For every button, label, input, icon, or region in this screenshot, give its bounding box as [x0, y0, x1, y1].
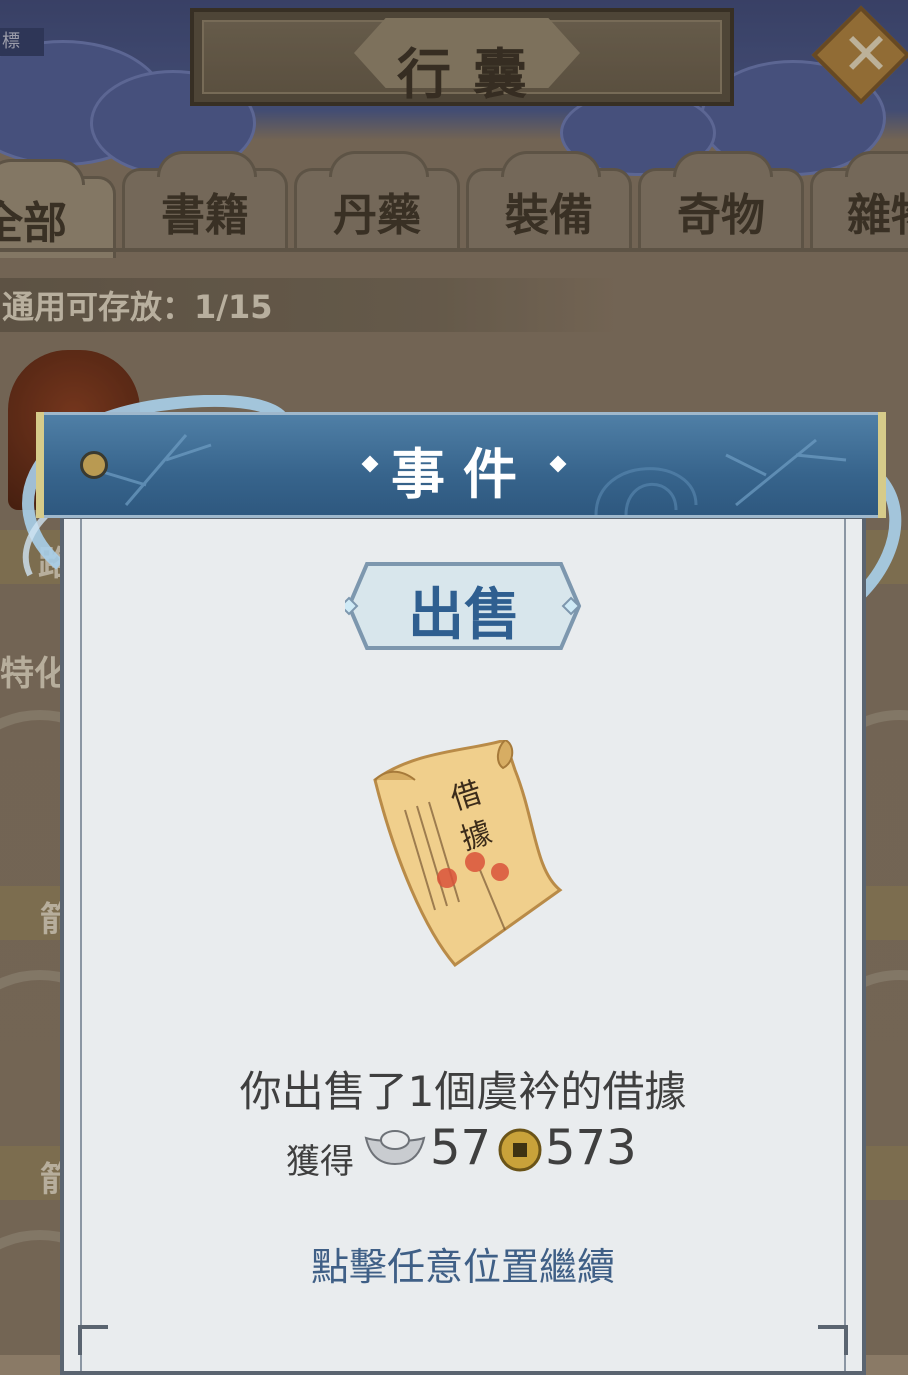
loan-receipt-scroll-icon: 借 據: [373, 740, 563, 968]
copper-coin-icon: [498, 1128, 542, 1172]
sell-badge-label: 出售: [408, 583, 520, 648]
coin-amount: 573: [545, 1120, 637, 1176]
corner-ornament: [78, 1325, 108, 1355]
sale-message: 你出售了1個虞衿的借據: [239, 1067, 687, 1116]
gain-label: 獲得: [286, 1142, 354, 1182]
event-title: 事件: [391, 443, 535, 506]
silver-amount: 57: [430, 1120, 492, 1176]
silver-ingot-icon: [364, 1130, 426, 1166]
corner-ornament: [818, 1325, 848, 1355]
continue-hint[interactable]: 點擊任意位置繼續: [60, 1236, 866, 1291]
